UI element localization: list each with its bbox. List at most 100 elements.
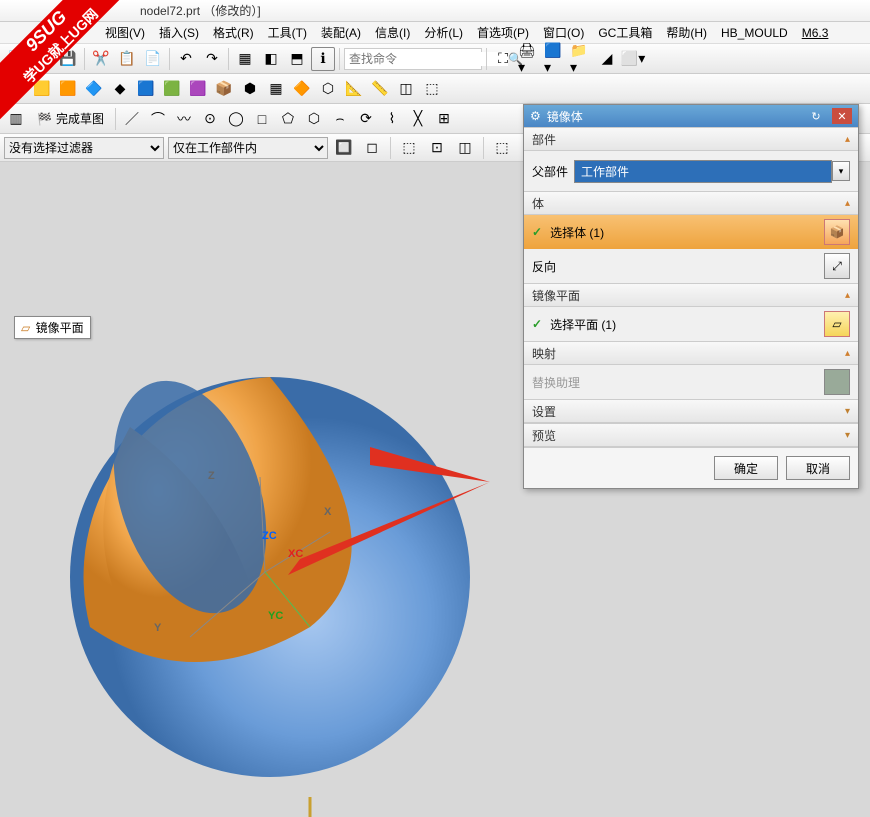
feat4-icon[interactable]: 🔷 xyxy=(82,77,106,101)
mirror-plane-tag[interactable]: ▱ 镜像平面 xyxy=(14,316,91,339)
feat12-icon[interactable]: 🔶 xyxy=(290,77,314,101)
select-body-row[interactable]: ✓ 选择体 (1) 📦 xyxy=(524,215,858,249)
menu-info[interactable]: 信息(I) xyxy=(372,24,413,41)
feat10-icon[interactable]: ⬢ xyxy=(238,77,262,101)
section-body-hdr[interactable]: 体 ▴ xyxy=(524,191,858,215)
render-dd-icon[interactable]: ⬜▾ xyxy=(621,47,645,71)
sel3-icon[interactable]: ⬚ xyxy=(397,136,421,160)
mirror-body-dialog: ⚙ 镜像体 ↻ ✕ 部件 ▴ 父部件 工作部件 ▾ 体 ▴ ✓ 选择体 (1) … xyxy=(523,104,859,489)
paste-icon[interactable]: 📄 xyxy=(141,47,165,71)
sk9-icon[interactable]: ⌢ xyxy=(328,107,352,131)
menu-window[interactable]: 窗口(O) xyxy=(540,24,587,41)
toolbar-standard: 📄 📂 💾 ✂️ 📋 📄 ↶ ↷ ▦ ◧ ⬒ ℹ 🔍 ⛶ 🖨▾ 🟦▾ 📁▾ ◢ … xyxy=(0,44,870,74)
menu-hbmould[interactable]: HB_MOULD xyxy=(718,26,791,40)
edge-icon[interactable]: ◢ xyxy=(595,47,619,71)
feat11-icon[interactable]: ▦ xyxy=(264,77,288,101)
sk7-icon[interactable]: ⬠ xyxy=(276,107,300,131)
sk10-icon[interactable]: ⟳ xyxy=(354,107,378,131)
menu-help[interactable]: 帮助(H) xyxy=(663,24,710,41)
menu-preferences[interactable]: 首选项(P) xyxy=(474,24,532,41)
sk6-icon[interactable]: □ xyxy=(250,107,274,131)
menu-view[interactable]: 视图(V) xyxy=(102,24,148,41)
chevron-up-icon: ▴ xyxy=(845,290,850,301)
parent-part-dropdown[interactable]: 工作部件 ▾ xyxy=(574,160,850,183)
dialog-close-icon[interactable]: ✕ xyxy=(832,108,852,124)
dialog-footer: 确定 取消 xyxy=(524,447,858,488)
axis-x-label: X xyxy=(324,506,331,518)
axis-zc-label: ZC xyxy=(262,530,277,542)
sk5-icon[interactable]: ◯ xyxy=(224,107,248,131)
menu-gctool[interactable]: GC工具箱 xyxy=(595,24,655,41)
body-icon[interactable]: 📦 xyxy=(824,219,850,245)
cancel-button[interactable]: 取消 xyxy=(786,456,850,480)
copy-icon[interactable]: 📋 xyxy=(115,47,139,71)
dialog-reset-icon[interactable]: ↻ xyxy=(806,108,826,124)
undo-icon[interactable]: ↶ xyxy=(174,47,198,71)
chevron-down-icon: ▾ xyxy=(845,406,850,417)
finish-sketch-button[interactable]: 🏁 完成草图 xyxy=(30,107,111,131)
gear-icon: ⚙ xyxy=(530,109,541,123)
command-finder-input[interactable] xyxy=(345,52,508,66)
sel1-icon[interactable]: 🔲 xyxy=(332,136,356,160)
menu-assembly[interactable]: 装配(A) xyxy=(318,24,364,41)
feat17-icon[interactable]: ⬚ xyxy=(420,77,444,101)
feat14-icon[interactable]: 📐 xyxy=(342,77,366,101)
feat9-icon[interactable]: 📦 xyxy=(212,77,236,101)
tool-c-icon[interactable]: ⬒ xyxy=(285,47,309,71)
section-plane[interactable]: 镜像平面 ▴ xyxy=(524,283,858,307)
reverse-row: 反向 ⤢ xyxy=(524,249,858,283)
redo-icon[interactable]: ↷ xyxy=(200,47,224,71)
select-plane-row[interactable]: ✓ 选择平面 (1) ▱ xyxy=(524,307,858,341)
view-dd-icon[interactable]: 🖨▾ xyxy=(517,47,541,71)
menu-m63[interactable]: M6.3 xyxy=(799,26,832,40)
menu-format[interactable]: 格式(R) xyxy=(210,24,257,41)
tool-d-icon[interactable]: ℹ xyxy=(311,47,335,71)
feat5-icon[interactable]: ◆ xyxy=(108,77,132,101)
feat6-icon[interactable]: 🟦 xyxy=(134,77,158,101)
feat16-icon[interactable]: ◫ xyxy=(394,77,418,101)
section-settings[interactable]: 设置 ▾ xyxy=(524,399,858,423)
sel2-icon[interactable]: ◻ xyxy=(360,136,384,160)
sk2-icon[interactable]: ⌒ xyxy=(146,107,170,131)
feat8-icon[interactable]: 🟪 xyxy=(186,77,210,101)
sk4-icon[interactable]: ⊙ xyxy=(198,107,222,131)
feat3-icon[interactable]: 🟧 xyxy=(56,77,80,101)
command-finder[interactable]: 🔍 xyxy=(344,48,482,70)
sel4-icon[interactable]: ⊡ xyxy=(425,136,449,160)
sel5-icon[interactable]: ◫ xyxy=(453,136,477,160)
toolbar-feature: 🟧 🟨 🟧 🔷 ◆ 🟦 🟩 🟪 📦 ⬢ ▦ 🔶 ⬡ 📐 📏 ◫ ⬚ xyxy=(0,74,870,104)
sk1-icon[interactable]: ／ xyxy=(120,107,144,131)
section-map[interactable]: 映射 ▴ xyxy=(524,341,858,365)
sk12-icon[interactable]: ╳ xyxy=(406,107,430,131)
tool-a-icon[interactable]: ▦ xyxy=(233,47,257,71)
model-render xyxy=(50,347,490,817)
plane-picker-icon[interactable]: ▱ xyxy=(824,311,850,337)
section-part[interactable]: 部件 ▴ xyxy=(524,127,858,151)
shade-dd-icon[interactable]: 🟦▾ xyxy=(543,47,567,71)
menu-tools[interactable]: 工具(T) xyxy=(265,24,310,41)
layer-dd-icon[interactable]: 📁▾ xyxy=(569,47,593,71)
select-body-label: 选择体 (1) xyxy=(550,224,604,241)
sk3-icon[interactable]: 〰 xyxy=(172,107,196,131)
selection-filter[interactable]: 没有选择过滤器 xyxy=(4,137,164,159)
feat13-icon[interactable]: ⬡ xyxy=(316,77,340,101)
feat15-icon[interactable]: 📏 xyxy=(368,77,392,101)
reverse-button[interactable]: ⤢ xyxy=(824,253,850,279)
dialog-titlebar[interactable]: ⚙ 镜像体 ↻ ✕ xyxy=(524,105,858,127)
tool-b-icon[interactable]: ◧ xyxy=(259,47,283,71)
sk13-icon[interactable]: ⊞ xyxy=(432,107,456,131)
feat7-icon[interactable]: 🟩 xyxy=(160,77,184,101)
sk8-icon[interactable]: ⬡ xyxy=(302,107,326,131)
menu-insert[interactable]: 插入(S) xyxy=(156,24,202,41)
dialog-title: 镜像体 xyxy=(547,108,800,125)
section-preview[interactable]: 预览 ▾ xyxy=(524,423,858,447)
sel6-icon[interactable]: ⬚ xyxy=(490,136,514,160)
replace-label: 替换助理 xyxy=(532,374,580,391)
replace-helper-row: 替换助理 xyxy=(524,365,858,399)
fit-icon[interactable]: ⛶ xyxy=(491,47,515,71)
ok-button[interactable]: 确定 xyxy=(714,456,778,480)
menu-analysis[interactable]: 分析(L) xyxy=(421,24,466,41)
cut-icon[interactable]: ✂️ xyxy=(89,47,113,71)
selection-scope[interactable]: 仅在工作部件内 xyxy=(168,137,328,159)
sk11-icon[interactable]: ⌇ xyxy=(380,107,404,131)
